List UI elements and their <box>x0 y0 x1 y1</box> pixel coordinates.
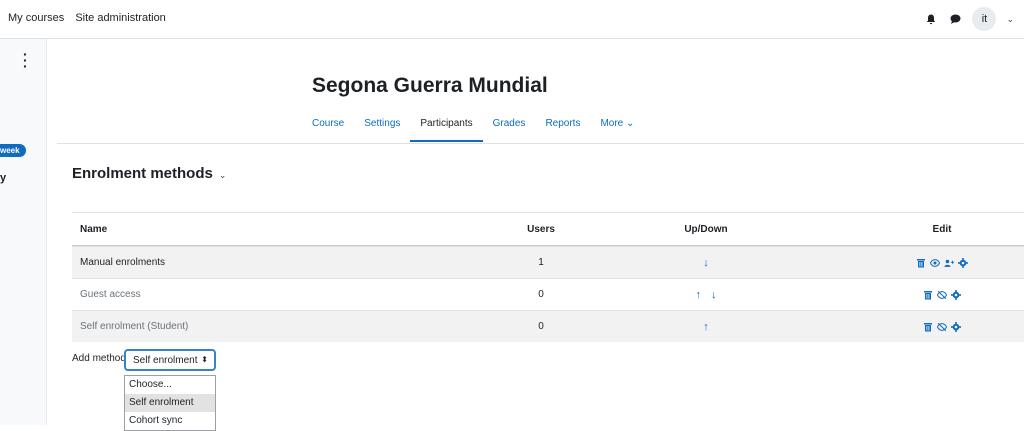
gear-icon[interactable] <box>958 257 968 268</box>
move-down-icon[interactable]: ↓ <box>711 289 717 301</box>
table-row: Manual enrolments 1 ↓ <box>72 246 1024 278</box>
tab-participants[interactable]: Participants <box>410 112 483 142</box>
method-name: Manual enrolments <box>80 257 166 268</box>
bell-icon[interactable] <box>924 12 938 26</box>
header-name: Name <box>80 223 108 235</box>
edit-controls <box>892 279 992 310</box>
select-arrows-icon: ⬍ <box>201 355 208 364</box>
add-method-selected-value: Self enrolment <box>133 354 198 366</box>
move-up-icon[interactable]: ↑ <box>703 321 709 333</box>
method-users: 0 <box>538 289 544 300</box>
dropdown-option[interactable]: Cohort sync <box>125 412 215 430</box>
kebab-menu-icon[interactable]: · · · <box>23 47 28 73</box>
course-title: Segona Guerra Mundial <box>312 74 548 97</box>
tab-more[interactable]: More ⌄ <box>590 112 644 142</box>
chat-icon[interactable] <box>948 12 962 26</box>
nav-site-administration[interactable]: Site administration <box>75 12 166 24</box>
header-edit: Edit <box>932 223 952 235</box>
tab-reports[interactable]: Reports <box>535 112 590 142</box>
eye-slash-icon[interactable] <box>937 290 947 300</box>
page-heading[interactable]: Enrolment methods ⌄ <box>72 165 226 182</box>
enrolment-methods-table: Name Users Up/Down Edit Manual enrolment… <box>72 212 1024 342</box>
eye-icon[interactable] <box>930 258 940 268</box>
week-badge: week <box>0 144 26 157</box>
user-avatar[interactable]: it <box>972 7 997 31</box>
course-index-drawer: · · · week y <box>0 39 47 425</box>
chevron-down-icon[interactable]: ⌄ <box>1006 14 1014 25</box>
updown-controls: ↑ ↓ <box>666 279 746 310</box>
updown-controls: ↓ <box>666 247 746 278</box>
drawer-item-label[interactable]: y <box>0 172 6 184</box>
method-name: Guest access <box>80 289 141 300</box>
add-user-icon[interactable] <box>944 258 954 268</box>
add-method-dropdown: Choose... Self enrolment Cohort sync <box>124 375 216 431</box>
eye-slash-icon[interactable] <box>937 322 947 332</box>
move-up-icon[interactable]: ↑ <box>696 289 702 301</box>
add-method-label: Add method <box>72 353 126 364</box>
edit-controls <box>892 247 992 278</box>
move-down-icon[interactable]: ↓ <box>703 257 709 269</box>
gear-icon[interactable] <box>951 321 961 332</box>
trash-icon[interactable] <box>923 290 933 300</box>
top-navbar: My courses Site administration it ⌄ <box>0 0 1024 39</box>
table-header-row: Name Users Up/Down Edit <box>72 212 1024 246</box>
header-updown: Up/Down <box>684 223 728 235</box>
trash-icon[interactable] <box>923 322 933 332</box>
add-method-select[interactable]: Self enrolment ⬍ <box>124 349 216 371</box>
updown-controls: ↑ <box>666 311 746 342</box>
table-row: Self enrolment (Student) 0 ↑ <box>72 310 1024 342</box>
primary-nav: My courses Site administration <box>8 12 174 24</box>
method-users: 0 <box>538 321 544 332</box>
table-row: Guest access 0 ↑ ↓ <box>72 278 1024 310</box>
tab-divider <box>57 143 1024 144</box>
page-heading-text: Enrolment methods <box>72 165 213 182</box>
method-name: Self enrolment (Student) <box>80 321 189 332</box>
chevron-down-icon[interactable]: ⌄ <box>219 170 227 180</box>
gear-icon[interactable] <box>951 289 961 300</box>
tab-course[interactable]: Course <box>302 112 354 142</box>
trash-icon[interactable] <box>916 258 926 268</box>
tab-settings[interactable]: Settings <box>354 112 410 142</box>
method-users: 1 <box>538 257 544 268</box>
dropdown-option[interactable]: Self enrolment <box>125 394 215 412</box>
secondary-nav: Course Settings Participants Grades Repo… <box>302 112 644 142</box>
dropdown-option[interactable]: Choose... <box>125 376 215 394</box>
nav-my-courses[interactable]: My courses <box>8 12 64 24</box>
edit-controls <box>892 311 992 342</box>
header-users: Users <box>527 223 555 235</box>
tab-grades[interactable]: Grades <box>483 112 536 142</box>
